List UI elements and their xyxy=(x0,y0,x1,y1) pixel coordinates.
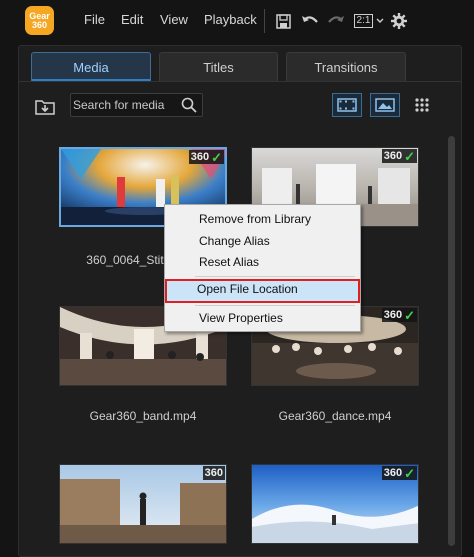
checkmark-icon: ✓ xyxy=(404,307,415,323)
aspect-ratio-label: 2:1 xyxy=(353,14,374,28)
badge-label: 360 xyxy=(204,467,223,479)
badge-label: 360 xyxy=(383,467,403,479)
image-icon xyxy=(375,98,395,112)
tab-media[interactable]: Media xyxy=(31,52,151,81)
tab-strip-divider xyxy=(19,81,461,82)
checkmark-icon: ✓ xyxy=(404,465,415,481)
film-strip-icon xyxy=(337,98,357,112)
search-input[interactable] xyxy=(73,97,177,113)
menu-item-reset-alias[interactable]: Reset Alias xyxy=(167,252,358,272)
360-badge: 360 ✓ xyxy=(188,149,224,165)
app-logo[interactable]: Gear 360 xyxy=(25,6,54,35)
badge-label: 360 xyxy=(383,309,403,321)
context-menu: Remove from Library Change Alias Reset A… xyxy=(164,204,361,332)
filter-image-button[interactable] xyxy=(370,93,400,117)
vertical-scrollbar[interactable] xyxy=(447,136,457,554)
app-logo-line2: 360 xyxy=(31,19,48,30)
360-badge: 360 ✓ xyxy=(381,148,417,164)
more-options-grid-icon[interactable] xyxy=(413,96,431,114)
settings-gear-icon[interactable] xyxy=(389,11,409,31)
badge-label: 360 xyxy=(383,150,403,162)
import-media-button[interactable] xyxy=(33,96,57,116)
toolbar-divider xyxy=(264,9,265,33)
search-box[interactable] xyxy=(70,93,203,117)
undo-icon[interactable] xyxy=(300,11,320,31)
media-thumbnail[interactable]: 360 ✓ xyxy=(251,464,419,544)
media-caption: Gear360_band.mp4 xyxy=(89,409,197,423)
menu-file[interactable]: File xyxy=(84,12,105,27)
tab-transitions[interactable]: Transitions xyxy=(286,52,406,81)
filter-video-button[interactable] xyxy=(332,93,362,117)
menu-item-view-properties[interactable]: View Properties xyxy=(167,308,358,328)
save-icon[interactable] xyxy=(274,11,292,31)
badge-label: 360 xyxy=(190,151,210,163)
menu-item-remove-from-library[interactable]: Remove from Library xyxy=(167,209,358,229)
360-badge: 360 ✓ xyxy=(381,465,417,481)
menu-view[interactable]: View xyxy=(160,12,188,27)
media-thumbnail[interactable]: 360 xyxy=(59,464,227,544)
redo-icon[interactable] xyxy=(326,11,346,31)
menu-item-change-alias[interactable]: Change Alias xyxy=(167,231,358,251)
checkmark-icon: ✓ xyxy=(211,149,222,165)
media-caption: Gear360_dance.mp4 xyxy=(278,409,392,423)
context-menu-separator xyxy=(195,305,355,306)
chevron-down-icon xyxy=(376,18,384,23)
menu-item-open-file-location[interactable]: Open File Location xyxy=(165,279,360,303)
menu-edit[interactable]: Edit xyxy=(121,12,143,27)
scrollbar-thumb[interactable] xyxy=(448,136,455,546)
360-badge: 360 xyxy=(202,466,225,480)
context-menu-separator xyxy=(195,276,355,277)
menu-playback[interactable]: Playback xyxy=(204,12,257,27)
checkmark-icon: ✓ xyxy=(404,148,415,164)
tab-titles[interactable]: Titles xyxy=(159,52,278,81)
search-icon[interactable] xyxy=(181,97,197,113)
menu-bar: Gear 360 File Edit View Playback 2:1 xyxy=(0,0,474,42)
import-icon xyxy=(35,100,55,115)
360-badge: 360 ✓ xyxy=(381,307,417,323)
aspect-ratio-dropdown[interactable]: 2:1 xyxy=(352,11,386,31)
